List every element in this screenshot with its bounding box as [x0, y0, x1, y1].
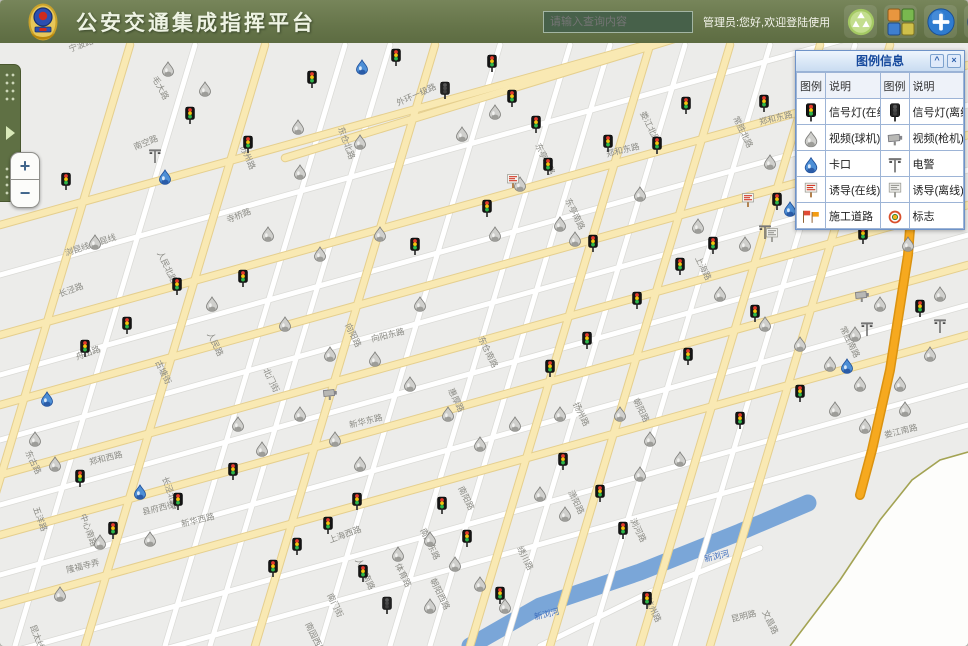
guidance-online-icon [797, 177, 826, 203]
legend-titlebar[interactable]: 图例信息 ^ × [796, 51, 964, 72]
top-header: 公安交通集成指挥平台 管理员:您好,欢迎登陆使用 [0, 0, 968, 43]
legend-label: 信号灯(在线) [826, 99, 881, 125]
legend-column-header: 说明 [826, 73, 881, 99]
guidance-offline-icon [880, 177, 909, 203]
legend-label: 诱导(离线) [909, 177, 964, 203]
road-sign-icon [880, 203, 909, 229]
app-window: 宁波路毛大路外环一级路娄江北路郑和东路常胜北路东仓北路南空路苏州路东亭北路郑和东… [0, 0, 968, 646]
map-zoom-control: + − [10, 152, 40, 208]
legend-label: 标志 [909, 203, 964, 229]
header-toolbar [844, 5, 968, 38]
legend-label: 信号灯(离线) [909, 99, 964, 125]
page-title: 公安交通集成指挥平台 [76, 7, 316, 37]
traffic-signal-offline-icon [880, 99, 909, 125]
add-icon[interactable] [924, 5, 957, 38]
checkpoint-camera-icon [797, 151, 826, 177]
legend-column-header: 图例 [880, 73, 909, 99]
map-tiles-icon[interactable] [884, 5, 917, 38]
legend-label: 卡口 [826, 151, 881, 177]
gun-camera-icon [880, 125, 909, 151]
grip-dots-icon [4, 71, 17, 101]
globe-icon[interactable] [964, 5, 968, 38]
dome-camera-icon [797, 125, 826, 151]
legend-label: 视频(球机) [826, 125, 881, 151]
traffic-signal-online-icon [797, 99, 826, 125]
zoom-in-button[interactable]: + [10, 152, 40, 180]
search-input[interactable] [543, 11, 693, 33]
legend-column-header: 图例 [797, 73, 826, 99]
legend-row: 卡口 电警 [797, 151, 964, 177]
expand-arrow-icon [6, 126, 15, 140]
police-badge-logo [26, 2, 60, 42]
legend-label: 诱导(在线) [826, 177, 881, 203]
legend-row: 诱导(在线) 诱导(离线) [797, 177, 964, 203]
legend-row: 施工道路 标志 [797, 203, 964, 229]
construction-flags-icon [797, 203, 826, 229]
legend-label: 视频(枪机) [909, 125, 964, 151]
legend-row: 视频(球机) 视频(枪机) [797, 125, 964, 151]
legend-table: 图例说明图例说明 信号灯(在线)信号灯(离线)视频(球机)视频(枪机)卡口电警诱… [796, 72, 964, 229]
e-police-icon [880, 151, 909, 177]
refresh-icon[interactable] [844, 5, 877, 38]
legend-column-header: 说明 [909, 73, 964, 99]
legend-label: 施工道路 [826, 203, 881, 229]
zoom-out-button[interactable]: − [10, 180, 40, 208]
legend-row: 信号灯(在线) 信号灯(离线) [797, 99, 964, 125]
welcome-text: 管理员:您好,欢迎登陆使用 [703, 14, 830, 30]
legend-title: 图例信息 [856, 54, 904, 68]
legend-label: 电警 [909, 151, 964, 177]
collapse-icon[interactable]: ^ [930, 54, 944, 68]
legend-panel: 图例信息 ^ × 图例说明图例说明 信号灯(在线)信号灯(离线)视频(球机)视频… [795, 50, 965, 230]
close-icon[interactable]: × [947, 54, 961, 68]
